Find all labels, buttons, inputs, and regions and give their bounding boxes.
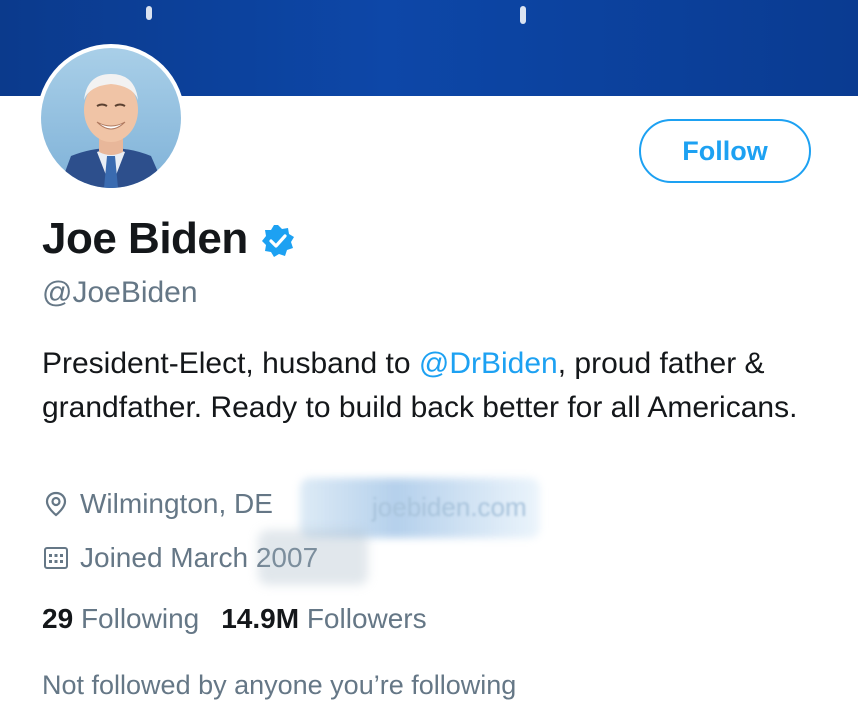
bio-text: President-Elect, husband to bbox=[42, 347, 419, 380]
followers-label: Followers bbox=[306, 603, 427, 634]
follow-button[interactable]: Follow bbox=[639, 119, 811, 183]
redacted-area bbox=[258, 530, 368, 585]
avatar-photo bbox=[41, 48, 181, 188]
profile-name-row: Joe Biden bbox=[42, 214, 296, 264]
profile-stats: 29 Following 14.9M Followers bbox=[42, 603, 427, 635]
verified-badge-icon bbox=[261, 225, 294, 257]
social-context-text: Not followed by anyone you’re following bbox=[42, 670, 517, 700]
profile-bio: President-Elect, husband to @DrBiden, pr… bbox=[42, 342, 832, 430]
avatar[interactable] bbox=[37, 44, 185, 192]
following-label: Following bbox=[80, 603, 200, 634]
location-pin-icon bbox=[45, 491, 67, 517]
bio-mention-link[interactable]: @DrBiden bbox=[419, 347, 558, 380]
calendar-icon bbox=[44, 547, 68, 569]
banner-decoration bbox=[146, 6, 152, 20]
banner-decoration bbox=[520, 6, 526, 24]
profile-location: Wilmington, DE bbox=[42, 488, 273, 520]
followers-count: 14.9M bbox=[221, 603, 300, 634]
followers-link[interactable]: 14.9M Followers bbox=[221, 603, 426, 635]
following-count: 29 bbox=[42, 603, 74, 634]
profile-name: Joe Biden bbox=[42, 214, 248, 263]
website-link[interactable]: joebiden.com bbox=[372, 492, 527, 523]
location-text: Wilmington, DE bbox=[80, 488, 273, 519]
following-link[interactable]: 29 Following bbox=[42, 603, 199, 635]
profile-handle: @JoeBiden bbox=[42, 276, 198, 309]
